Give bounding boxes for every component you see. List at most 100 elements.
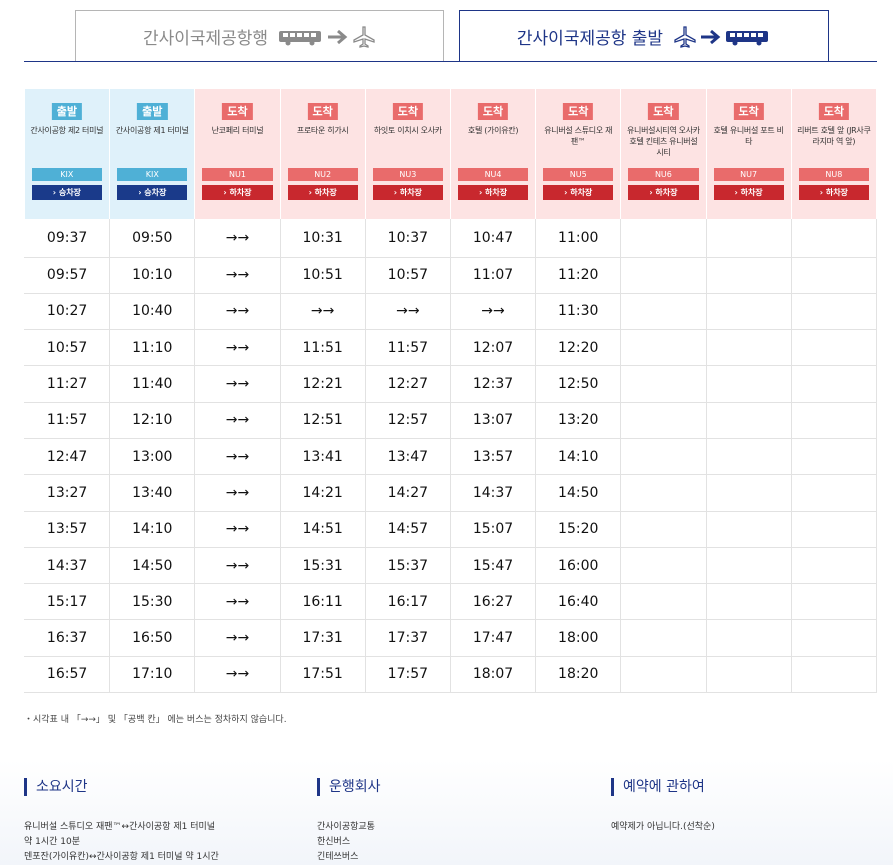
time-cell: 14:10: [109, 511, 196, 548]
table-row: 12:47 13:00 →→ 13:41 13:47 13:57 14:10: [23, 438, 878, 476]
stop-location-button[interactable]: › 하차장: [713, 185, 784, 200]
table-row: 11:57 12:10 →→ 12:51 12:57 13:07 13:20: [23, 402, 878, 439]
tab-from-kansai-airport[interactable]: 간사이국제공항 출발: [459, 10, 829, 62]
duration-line: 약 1시간 10분: [24, 837, 81, 847]
duration-body: 유니버설 스튜디오 재팬™↔간사이공항 제1 터미널 약 1시간 10분 덴포잔…: [24, 820, 284, 865]
stop-location-button[interactable]: › 하차장: [372, 185, 443, 200]
time-cell: 11:30: [535, 293, 622, 331]
stop-header-inner: 도착 난코페리 터미널 NU1 › 하차장: [195, 89, 279, 219]
stop-header-5: 도착 하잇토 이치시 오사카 NU3 › 하차장: [365, 89, 451, 219]
table-row: 16:37 16:50 →→ 17:31 17:37 17:47 18:00: [23, 619, 878, 657]
time-cell: 11:57: [23, 402, 111, 439]
stop-kind-badge: 도착: [563, 103, 594, 120]
table-row: 10:57 11:10 →→ 11:51 11:57 12:07 12:20: [23, 329, 878, 367]
stop-location-button[interactable]: › 하차장: [543, 185, 614, 200]
table-row: 09:37 09:50 →→ 10:31 10:37 10:47 11:00: [23, 219, 878, 258]
stop-name: 호텔 (가이유칸): [467, 126, 519, 135]
stop-code: NU4: [457, 168, 529, 181]
time-cell: [620, 365, 707, 403]
time-cell: 09:37: [23, 219, 111, 258]
airplane-icon: [353, 25, 375, 48]
stop-name: 간사이공항 제2 터미널: [30, 126, 104, 135]
time-cell: [620, 511, 707, 548]
stop-location-button[interactable]: › 하차장: [628, 185, 699, 200]
operator-name: 간사이공항교통: [317, 822, 375, 832]
stop-location-button[interactable]: › 승차장: [31, 185, 103, 200]
time-cell: 13:57: [450, 438, 537, 476]
time-cell: [620, 438, 707, 476]
stop-code: NU7: [713, 168, 784, 181]
time-cell: [706, 583, 792, 621]
stop-header-6: 도착 호텔 (가이유칸) NU4 › 하차장: [450, 89, 537, 219]
time-cell: [791, 219, 878, 258]
time-cell: 16:17: [365, 583, 451, 621]
time-cell: 14:21: [280, 474, 366, 512]
time-cell: [706, 656, 792, 694]
stop-header-inner: 도착 리버트 호텔 앞 (JR사쿠라지마 역 앞) NU8 › 하차장: [792, 89, 876, 219]
time-cell: 11:51: [280, 329, 366, 367]
table-row: 13:27 13:40 →→ 14:21 14:27 14:37 14:50: [23, 474, 878, 512]
time-cell: →→: [194, 583, 281, 621]
stop-name: 하잇토 이치시 오사카: [373, 126, 442, 135]
time-cell: [620, 474, 707, 512]
time-cell: →→: [194, 656, 281, 694]
stop-kind-badge: 도착: [222, 103, 253, 120]
stop-name: 간사이공항 제1 터미널: [115, 126, 189, 135]
reservation-line: 예약제가 아닙니다.(선착순): [611, 822, 715, 832]
time-cell: →→: [365, 293, 451, 331]
bus-icon: [279, 30, 322, 45]
operators-heading: 운행회사: [317, 778, 577, 796]
arrow-right-icon: [701, 29, 721, 44]
time-cell: 15:07: [450, 511, 537, 548]
tab-to-kansai-airport[interactable]: 간사이국제공항행: [75, 10, 444, 62]
time-cell: 18:20: [535, 656, 622, 694]
time-cell: [620, 583, 707, 621]
time-cell: 14:37: [23, 547, 111, 585]
time-cell: 10:57: [23, 329, 111, 367]
stop-header-inner: 도착 하잇토 이치시 오사카 NU3 › 하차장: [366, 89, 450, 219]
stop-header-inner: 도착 프로타운 히가시 NU2 › 하차장: [281, 89, 365, 219]
tab-divider: [24, 61, 877, 62]
time-cell: 14:10: [535, 438, 622, 476]
tab-to-kansai-airport-label: 간사이국제공항행: [142, 29, 269, 49]
time-cell: 13:27: [23, 474, 111, 512]
time-cell: 15:20: [535, 511, 622, 548]
time-cell: →→: [450, 293, 537, 331]
operators-info: 운행회사 간사이공항교통 한신버스 긴테쓰버스: [317, 778, 577, 865]
time-cell: [620, 619, 707, 657]
time-cell: →→: [194, 257, 281, 294]
stop-location-button[interactable]: › 하차장: [202, 185, 273, 200]
time-cell: 14:57: [365, 511, 451, 548]
stop-code: NU8: [798, 168, 869, 181]
time-cell: 10:27: [23, 293, 111, 331]
stop-location-button[interactable]: › 하차장: [287, 185, 358, 200]
time-cell: 12:27: [365, 365, 451, 403]
time-cell: 15:37: [365, 547, 451, 585]
table-row: 13:57 14:10 →→ 14:51 14:57 15:07 15:20: [23, 511, 878, 548]
time-cell: 13:57: [23, 511, 111, 548]
time-cell: 12:21: [280, 365, 366, 403]
stop-code: NU5: [543, 168, 614, 181]
time-cell: [706, 365, 792, 403]
stop-name: 유니버설 스튜디오 재팬™: [544, 126, 613, 146]
direction-tabs: 간사이국제공항행 간사이국제공항 출발: [75, 10, 829, 62]
time-cell: [620, 257, 707, 294]
time-cell: 15:17: [23, 583, 111, 621]
time-cell: 15:30: [109, 583, 196, 621]
time-cell: →→: [194, 365, 281, 403]
stop-location-button[interactable]: › 하차장: [798, 185, 869, 200]
time-cell: 14:37: [450, 474, 537, 512]
time-cell: 17:31: [280, 619, 366, 657]
stop-header-inner: 도착 유니버설시티역 오사카 호텔 킨테츠 유니버설시티 NU6 › 하차장: [621, 89, 705, 219]
time-cell: [706, 293, 792, 331]
time-cell: [791, 438, 878, 476]
stop-location-button[interactable]: › 하차장: [457, 185, 529, 200]
time-cell: [791, 474, 878, 512]
stop-location-button[interactable]: › 승차장: [117, 185, 188, 200]
time-cell: 11:40: [109, 365, 196, 403]
time-cell: →→: [194, 329, 281, 367]
time-cell: 12:07: [450, 329, 537, 367]
time-cell: 11:07: [450, 257, 537, 294]
time-cell: 13:47: [365, 438, 451, 476]
time-cell: 11:00: [535, 219, 622, 258]
